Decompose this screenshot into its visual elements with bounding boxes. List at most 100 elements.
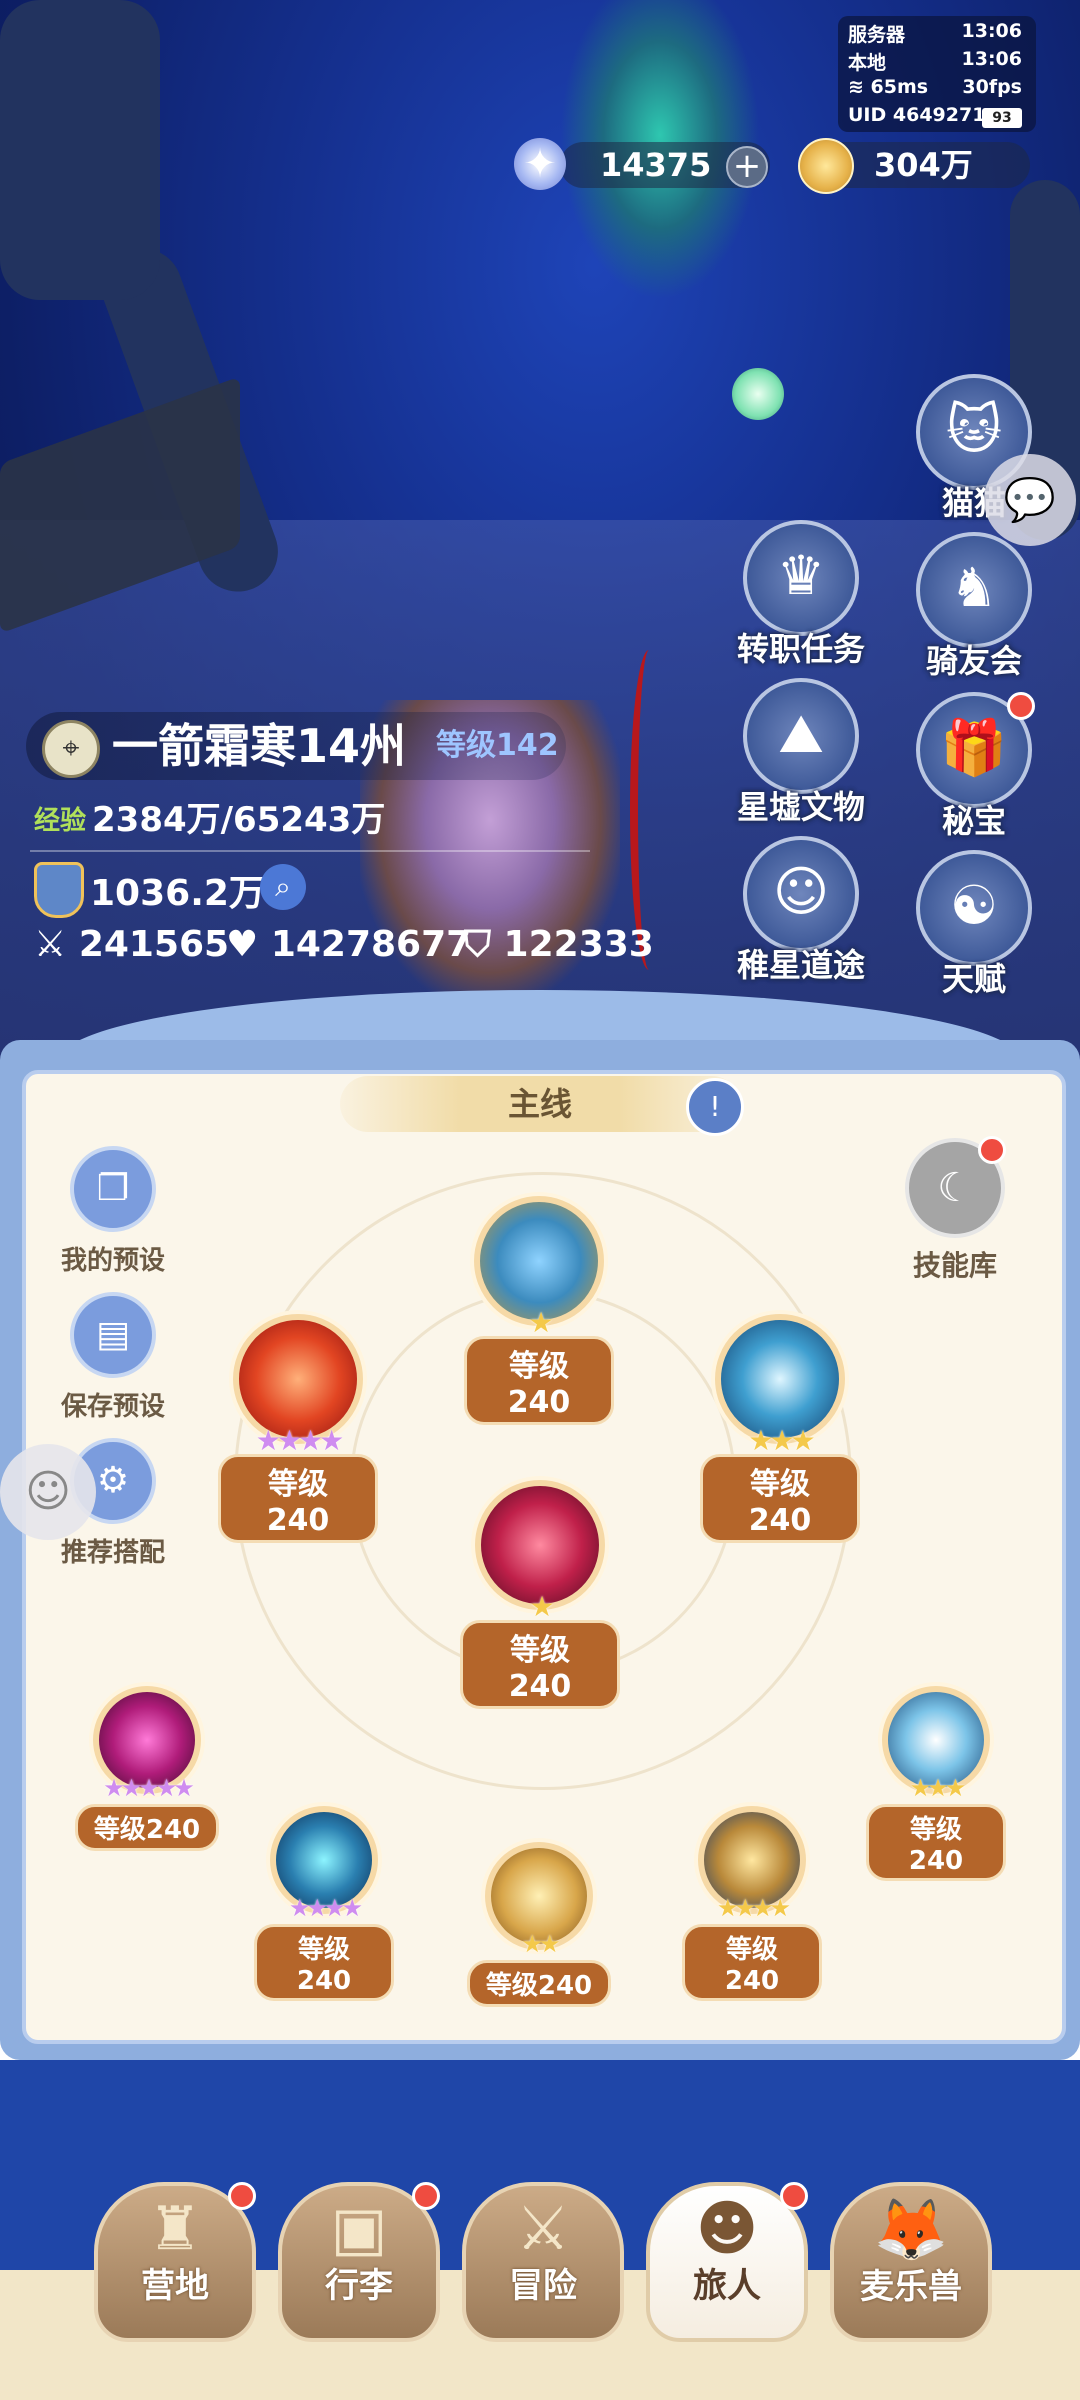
save-disk-icon: ▤ [70, 1292, 156, 1378]
nav-traveler[interactable]: ☻ 旅人 [646, 2182, 808, 2342]
wifi-icon: ≋ [848, 76, 871, 98]
fox-pet-icon: 🦊 [873, 2195, 949, 2265]
coin-icon [798, 138, 854, 194]
menu-treasure-label: 秘宝 [941, 802, 1006, 840]
treasure-notification-dot [1007, 692, 1035, 720]
skill-level: 等级240 [464, 1336, 614, 1425]
skill-stars: ★★ [521, 1930, 560, 1958]
skill-level: 等级240 [682, 1924, 822, 2001]
backpack-icon: ▣ [330, 2194, 388, 2264]
menu-relic[interactable]: ⛰ 星墟文物 [726, 678, 876, 828]
menu-horse[interactable]: ♞ 骑友会 [899, 532, 1049, 682]
menu-path[interactable]: ☺ 稚星道途 [726, 836, 876, 986]
menu-talent[interactable]: ☯ 天赋 [899, 850, 1049, 1000]
menu-horse-label: 骑友会 [925, 642, 1022, 680]
hp-stat: ♥ 14278677 [226, 924, 472, 965]
skill-library-notification-dot [978, 1136, 1006, 1164]
heart-icon: ♥ [226, 924, 271, 965]
nav-luggage[interactable]: ▣ 行李 [278, 2182, 440, 2342]
save-preset-button[interactable]: ▤ 保存预设 [38, 1292, 188, 1423]
menu-job-change-label: 转职任务 [736, 630, 865, 668]
skill-stars: ★★★ [909, 1774, 967, 1802]
skill-slot-upper-left[interactable]: ★★★★ 等级240 [218, 1314, 378, 1543]
skill-stars: ★★★ [748, 1424, 815, 1457]
menu-job-change[interactable]: ♛ 转职任务 [726, 520, 876, 670]
nav-pet-label: 麦乐兽 [860, 2267, 962, 2307]
skill-stars: ★★★★ [288, 1894, 363, 1922]
power-value: 1036.2万 [90, 873, 265, 914]
castle-icon: ♜ [148, 2194, 202, 2264]
swords-icon: ⚔ [34, 924, 79, 965]
menu-treasure[interactable]: 🎁 秘宝 [899, 692, 1049, 842]
defense-stat: ⛉ 122333 [464, 924, 654, 965]
server-label: 服务器 [848, 24, 906, 46]
star-gem-icon: ✦ [514, 138, 566, 190]
preset-cards-icon: ❐ [70, 1146, 156, 1232]
horse-icon: ♞ [916, 532, 1032, 648]
luggage-notification-dot [412, 2182, 440, 2210]
skill-slot-lower-3[interactable]: ★★ 等级240 [466, 1842, 612, 2007]
skill-stars: ★★★★ [255, 1424, 344, 1457]
skill-stars: ★ [529, 1590, 554, 1623]
attack-stat: ⚔ 241565 [34, 924, 230, 965]
shield-icon: ⛉ [464, 924, 504, 965]
nav-luggage-label: 行李 [325, 2266, 393, 2306]
skill-slot-lower-4[interactable]: ★★★★ 等级240 [682, 1806, 822, 2001]
assistant-bot-icon[interactable]: ☺ [0, 1444, 96, 1540]
menu-talent-label: 天赋 [941, 960, 1006, 998]
exp-value: 2384万/65243万 [92, 800, 386, 840]
menu-relic-label: 星墟文物 [736, 788, 865, 826]
tab-main-line[interactable]: 主线 [340, 1076, 740, 1132]
skill-stars: ★★★★★ [103, 1774, 195, 1802]
nav-camp[interactable]: ♜ 营地 [94, 2182, 256, 2342]
menu-path-label: 稚星道途 [736, 946, 865, 984]
skill-stars: ★★★★ [716, 1894, 791, 1922]
glowing-orb[interactable] [732, 368, 784, 420]
skill-slot-lower-1[interactable]: ★★★★★ 等级240 [74, 1686, 220, 1851]
bow-weapon [630, 650, 668, 970]
search-icon[interactable]: ⌕ [260, 864, 306, 910]
skill-slot-center[interactable]: ★ 等级240 [460, 1480, 620, 1709]
divider [30, 850, 590, 852]
star-currency-value: 14375 [600, 146, 712, 184]
job-change-icon: ♛ [743, 520, 859, 636]
ping-value: ≋ 65ms [848, 76, 929, 98]
skill-level: 等级240 [866, 1804, 1006, 1881]
player-level: 等级142 [436, 728, 559, 763]
add-currency-button[interactable]: + [726, 146, 768, 188]
skill-slot-top[interactable]: ★ 等级240 [464, 1196, 614, 1425]
skill-level: 等级240 [254, 1924, 394, 2001]
nav-adventure-label: 冒险 [509, 2266, 577, 2306]
skill-stars: ★ [528, 1306, 553, 1339]
status-panel: 服务器 13:06 本地 13:06 ≋ 65ms 30fps UID 4649271… [838, 16, 1036, 132]
rock [0, 0, 160, 300]
path-icon: ☺ [743, 836, 859, 952]
skill-level: 等级240 [218, 1454, 378, 1543]
nav-adventure[interactable]: ⚔ 冒险 [462, 2182, 624, 2342]
skill-slot-upper-right[interactable]: ★★★ 等级240 [700, 1314, 860, 1543]
crossed-swords-icon: ⚔ [516, 2194, 570, 2264]
nav-traveler-label: 旅人 [693, 2266, 761, 2306]
skill-level: 等级240 [700, 1454, 860, 1543]
fps-value: 30fps [962, 76, 1022, 98]
nav-camp-label: 营地 [141, 2266, 209, 2306]
skill-library-button[interactable]: ☾ 技能库 [900, 1136, 1010, 1284]
coin-currency-value: 304万 [874, 146, 973, 184]
info-book-icon[interactable]: ! [686, 1078, 744, 1136]
battery-icon: 93 [982, 108, 1022, 128]
my-preset-button[interactable]: ❐ 我的预设 [38, 1146, 188, 1277]
skill-slot-lower-5[interactable]: ★★★ 等级240 [866, 1686, 1006, 1881]
traveler-notification-dot [780, 2182, 808, 2210]
skill-slot-lower-2[interactable]: ★★★★ 等级240 [254, 1806, 394, 2001]
skill-level: 等级240 [460, 1620, 620, 1709]
player-name: 一箭霜寒14州 [112, 719, 407, 773]
nav-pet[interactable]: 🦊 麦乐兽 [830, 2182, 992, 2342]
local-time: 13:06 [961, 48, 1022, 70]
exp-label: 经验 [34, 806, 87, 836]
local-label: 本地 [848, 52, 887, 74]
skill-level: 等级240 [466, 1960, 612, 2007]
skill-library-label: 技能库 [912, 1249, 997, 1282]
my-preset-label: 我的预设 [60, 1246, 165, 1276]
traveler-avatar-icon: ☻ [695, 2194, 759, 2264]
power-shield-icon [34, 862, 84, 918]
